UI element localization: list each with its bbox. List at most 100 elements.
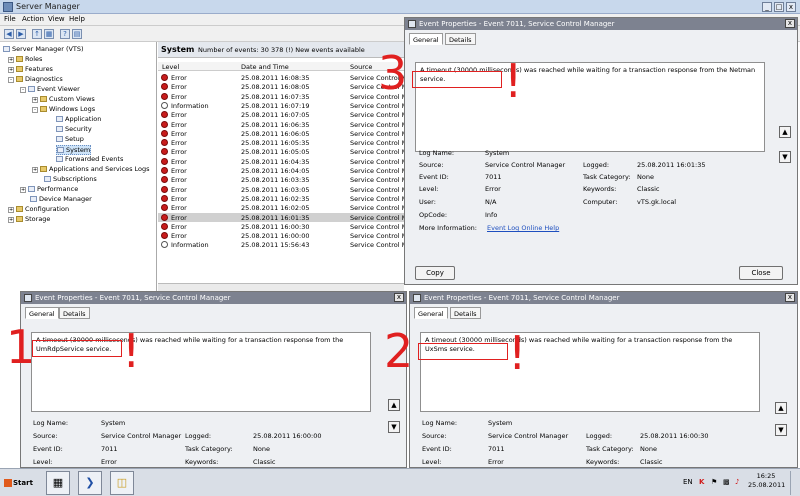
tree-item-windows-logs[interactable]: - Windows Logs — [32, 105, 95, 113]
menu-view[interactable]: View — [48, 15, 65, 23]
explorer-taskbar-icon[interactable]: ◫ — [110, 471, 134, 495]
next-event-button[interactable]: ▼ — [775, 424, 787, 436]
close-button[interactable]: x — [786, 2, 796, 12]
annotation-number-2: 2 — [384, 324, 414, 378]
help-icon[interactable]: ? — [60, 29, 70, 39]
error-icon — [161, 120, 168, 128]
cell-datetime: 25.08.2011 16:07:05 — [241, 111, 310, 120]
horizontal-scrollbar[interactable] — [158, 283, 404, 291]
tab-general[interactable]: General — [25, 307, 59, 319]
table-row[interactable]: Error 25.08.2011 16:07:35 Service Control … — [158, 92, 404, 101]
tree-item-applications-services-logs[interactable]: + Applications and Services Logs — [32, 165, 150, 173]
table-row[interactable]: Error 25.08.2011 16:07:05 Service Control … — [158, 110, 404, 119]
table-row[interactable]: Error 25.08.2011 16:02:35 Service Control … — [158, 194, 404, 203]
event-count: Number of events: 30 378 (!) New events … — [198, 46, 365, 54]
tree-item-event-viewer[interactable]: - Event Viewer — [20, 85, 80, 93]
next-event-button[interactable]: ▼ — [779, 151, 791, 163]
system-clock[interactable]: 16:25 25.08.2011 — [748, 472, 785, 490]
cell-level: Error — [171, 83, 187, 92]
previous-event-button[interactable]: ▲ — [775, 402, 787, 414]
tree-item-diagnostics[interactable]: - Diagnostics — [8, 75, 63, 83]
tree-item-application[interactable]: Application — [56, 115, 101, 123]
cell-level: Error — [171, 185, 187, 194]
table-row[interactable]: Error 25.08.2011 16:04:05 Service Control … — [158, 166, 404, 175]
language-indicator[interactable]: EN — [683, 478, 693, 486]
annotation-exclamation-1: ! — [122, 324, 141, 378]
maximize-button[interactable]: □ — [774, 2, 784, 12]
table-row[interactable]: Error 25.08.2011 16:06:05 Service Control … — [158, 129, 404, 138]
server-manager-taskbar-icon[interactable]: ▦ — [46, 471, 70, 495]
table-row[interactable]: Error 25.08.2011 16:00:30 Service Control … — [158, 222, 404, 231]
tree-item-features[interactable]: + Features — [8, 65, 53, 73]
table-row[interactable]: Error 25.08.2011 16:03:35 Service Control … — [158, 175, 404, 184]
event-properties-dialog-1: Event Properties - Event 7011, Service C… — [20, 291, 407, 468]
tree-item-custom-views[interactable]: + Custom Views — [32, 95, 95, 103]
task-category-label: Task Category: — [185, 445, 233, 453]
table-row[interactable]: Error 25.08.2011 16:06:35 Service Control … — [158, 120, 404, 129]
show-hide-tree-icon[interactable]: ▦ — [44, 29, 54, 39]
up-folder-icon[interactable]: ↑ — [32, 29, 42, 39]
opcode-label: OpCode: — [419, 211, 448, 219]
close-dialog-button[interactable]: Close — [739, 266, 783, 280]
forward-arrow-icon[interactable]: ▶ — [16, 29, 26, 39]
table-row[interactable]: Error 25.08.2011 16:01:35 Service Control … — [158, 212, 404, 222]
column-source[interactable]: Source — [350, 63, 372, 71]
event-log-help-link[interactable]: Event Log Online Help — [487, 224, 559, 232]
tree-item-subscriptions[interactable]: Subscriptions — [44, 175, 97, 183]
table-row[interactable]: Error 25.08.2011 16:08:35 Service Control … — [158, 73, 404, 82]
tree-item-server-manager[interactable]: Server Manager (VTS) — [3, 45, 84, 53]
tab-details[interactable]: Details — [59, 307, 90, 319]
column-level[interactable]: Level — [162, 63, 179, 71]
next-event-button[interactable]: ▼ — [388, 421, 400, 433]
tab-general[interactable]: General — [414, 307, 448, 319]
flag-tray-icon[interactable]: ⚑ — [711, 478, 717, 486]
tab-details[interactable]: Details — [445, 33, 476, 45]
properties-icon[interactable]: ▤ — [72, 29, 82, 39]
dialog-close-icon[interactable]: x — [785, 19, 795, 28]
cell-level: Error — [171, 232, 187, 241]
tree-item-performance[interactable]: + Performance — [20, 185, 78, 193]
table-row[interactable]: Error 25.08.2011 16:04:35 Service Control … — [158, 157, 404, 166]
tab-general[interactable]: General — [409, 33, 443, 45]
menu-help[interactable]: Help — [69, 15, 85, 23]
dialog-close-icon[interactable]: x — [394, 293, 404, 302]
minimize-button[interactable]: _ — [762, 2, 772, 12]
start-button[interactable]: Start — [3, 475, 39, 491]
table-row[interactable]: Error 25.08.2011 16:02:05 Service Control … — [158, 203, 404, 212]
table-row[interactable]: Information 25.08.2011 16:07:19 Service Co… — [158, 101, 404, 110]
menu-action[interactable]: Action — [22, 15, 44, 23]
volume-muted-tray-icon[interactable]: ♪ — [735, 478, 739, 486]
antivirus-tray-icon[interactable]: K — [699, 478, 704, 486]
column-date-time[interactable]: Date and Time — [241, 63, 289, 71]
cell-datetime: 25.08.2011 16:04:35 — [241, 157, 310, 166]
tree-item-device-manager[interactable]: Device Manager — [30, 195, 92, 203]
tree-item-setup[interactable]: Setup — [56, 135, 84, 143]
tree-item-configuration[interactable]: + Configuration — [8, 205, 69, 213]
previous-event-button[interactable]: ▲ — [388, 399, 400, 411]
level-value: Error — [488, 458, 504, 466]
table-row[interactable]: Error 25.08.2011 16:05:35 Service Control … — [158, 138, 404, 147]
tree-item-storage[interactable]: + Storage — [8, 215, 50, 223]
source-value: Service Control Manager — [488, 432, 569, 440]
show-desktop-button[interactable] — [790, 471, 798, 495]
dialog-close-icon[interactable]: x — [785, 293, 795, 302]
powershell-taskbar-icon[interactable]: ❯ — [78, 471, 102, 495]
table-row[interactable]: Error 25.08.2011 16:08:05 Service Control … — [158, 82, 404, 91]
cell-source: Service Control M — [350, 204, 404, 213]
tab-details[interactable]: Details — [450, 307, 481, 319]
log-icon — [57, 147, 64, 153]
tree-item-forwarded-events[interactable]: Forwarded Events — [56, 155, 123, 163]
previous-event-button[interactable]: ▲ — [779, 126, 791, 138]
table-row[interactable]: Information 25.08.2011 15:56:43 Service Co… — [158, 240, 404, 249]
table-row[interactable]: Error 25.08.2011 16:00:00 Service Control … — [158, 231, 404, 240]
tree-item-security[interactable]: Security — [56, 125, 92, 133]
copy-button[interactable]: Copy — [415, 266, 455, 280]
table-row[interactable]: Error 25.08.2011 16:05:05 Service Control … — [158, 147, 404, 156]
back-arrow-icon[interactable]: ◀ — [4, 29, 14, 39]
tree-item-system[interactable]: System — [56, 145, 92, 155]
error-icon — [161, 213, 168, 221]
menu-file[interactable]: File — [4, 15, 16, 23]
table-row[interactable]: Error 25.08.2011 16:03:05 Service Control … — [158, 185, 404, 194]
network-tray-icon[interactable]: ▩ — [723, 478, 730, 486]
tree-item-roles[interactable]: + Roles — [8, 55, 42, 63]
